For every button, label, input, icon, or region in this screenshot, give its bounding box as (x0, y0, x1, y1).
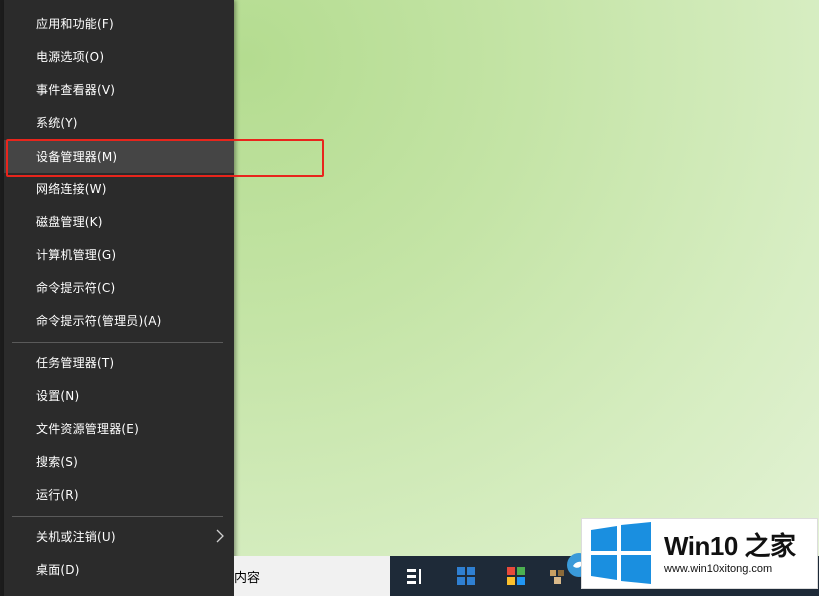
menu-item-label: 关机或注销(U) (36, 530, 116, 544)
menu-item-label: 命令提示符(C) (36, 281, 116, 295)
search-placeholder-text: 内容 (234, 570, 261, 586)
menu-item-desktop[interactable]: 桌面(D) (4, 553, 234, 586)
menu-item-label: 文件资源管理器(E) (36, 422, 139, 436)
menu-item-label: 系统(Y) (36, 116, 78, 130)
menu-item-label: 命令提示符(管理员)(A) (36, 314, 162, 328)
menu-item-system[interactable]: 系统(Y) (4, 106, 234, 139)
menu-item-apps-features[interactable]: 应用和功能(F) (4, 7, 234, 40)
menu-item-command-prompt-admin[interactable]: 命令提示符(管理员)(A) (4, 304, 234, 337)
menu-item-label: 搜索(S) (36, 455, 78, 469)
pixel-app-icon[interactable] (548, 566, 568, 586)
menu-item-computer-management[interactable]: 计算机管理(G) (4, 238, 234, 271)
windows-logo-icon (591, 522, 651, 584)
menu-item-disk-management[interactable]: 磁盘管理(K) (4, 205, 234, 238)
colorful-app-icon[interactable] (506, 566, 526, 586)
menu-item-label: 事件查看器(V) (36, 83, 116, 97)
menu-item-label: 电源选项(O) (36, 50, 105, 64)
menu-item-label: 网络连接(W) (36, 182, 107, 196)
menu-separator (12, 516, 223, 517)
menu-item-label: 计算机管理(G) (36, 248, 117, 262)
menu-item-power-options[interactable]: 电源选项(O) (4, 40, 234, 73)
winx-context-menu: 应用和功能(F) 电源选项(O) 事件查看器(V) 系统(Y) 设备管理器(M)… (4, 0, 234, 596)
menu-item-settings[interactable]: 设置(N) (4, 379, 234, 412)
menu-item-task-manager[interactable]: 任务管理器(T) (4, 346, 234, 379)
menu-separator (12, 342, 223, 343)
menu-item-label: 任务管理器(T) (36, 356, 115, 370)
menu-item-event-viewer[interactable]: 事件查看器(V) (4, 73, 234, 106)
menu-item-label: 设置(N) (36, 389, 80, 403)
menu-item-file-explorer[interactable]: 文件资源管理器(E) (4, 412, 234, 445)
windows-tile-icon[interactable] (456, 566, 476, 586)
taskbar-search-box[interactable]: 内容 (234, 556, 390, 596)
menu-item-shutdown-signout[interactable]: 关机或注销(U) (4, 520, 234, 553)
menu-item-label: 应用和功能(F) (36, 17, 114, 31)
menu-item-run[interactable]: 运行(R) (4, 478, 234, 511)
menu-item-label: 桌面(D) (36, 563, 80, 577)
chevron-right-icon (216, 529, 224, 543)
menu-item-label: 磁盘管理(K) (36, 215, 103, 229)
watermark-brand: Win10 之家 (664, 531, 796, 561)
watermark-url: www.win10xitong.com (664, 563, 773, 575)
menu-item-search[interactable]: 搜索(S) (4, 445, 234, 478)
menu-item-label: 运行(R) (36, 488, 79, 502)
menu-item-command-prompt[interactable]: 命令提示符(C) (4, 271, 234, 304)
highlight-callout (6, 139, 324, 177)
task-view-icon[interactable] (405, 566, 425, 586)
